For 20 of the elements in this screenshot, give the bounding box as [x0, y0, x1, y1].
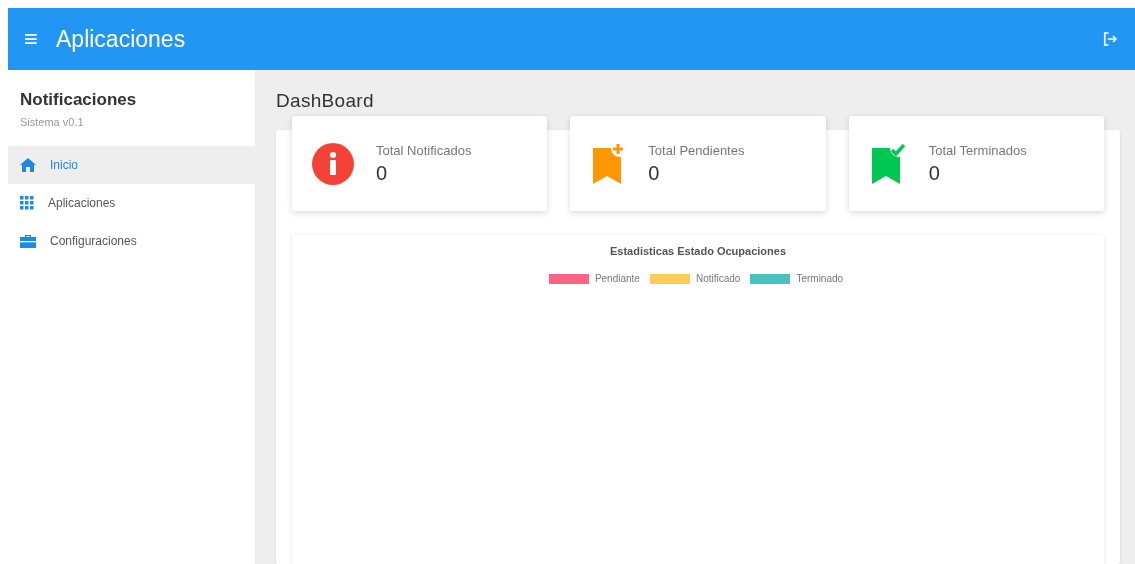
chart-title: Estadisticas Estado Ocupaciones — [608, 245, 788, 257]
stat-label: Total Pendientes — [648, 142, 745, 158]
legend-label: Terminado — [796, 273, 844, 284]
sidebar-item[interactable]: Configuraciones — [8, 222, 255, 260]
legend-label: Notificado — [695, 273, 741, 284]
stat-label: Total Notificados — [376, 142, 472, 158]
stat-value: 0 — [928, 161, 941, 185]
app-title: Aplicaciones — [56, 25, 186, 53]
stat-value: 0 — [648, 161, 661, 185]
grid-icon — [20, 196, 34, 210]
home-icon — [20, 158, 36, 172]
briefcase-icon — [20, 234, 36, 248]
stat-value: 0 — [376, 161, 389, 185]
logout-icon[interactable] — [1101, 30, 1119, 48]
page-title: DashBoard — [276, 90, 375, 112]
legend-label: Pendiante — [594, 273, 640, 284]
stat-label: Total Terminados — [928, 142, 1027, 158]
sidebar-item[interactable]: Aplicaciones — [8, 184, 255, 222]
sidebar-title: Notificaciones — [19, 89, 138, 110]
sidebar-subtitle: Sistema v0.1 — [19, 115, 85, 130]
